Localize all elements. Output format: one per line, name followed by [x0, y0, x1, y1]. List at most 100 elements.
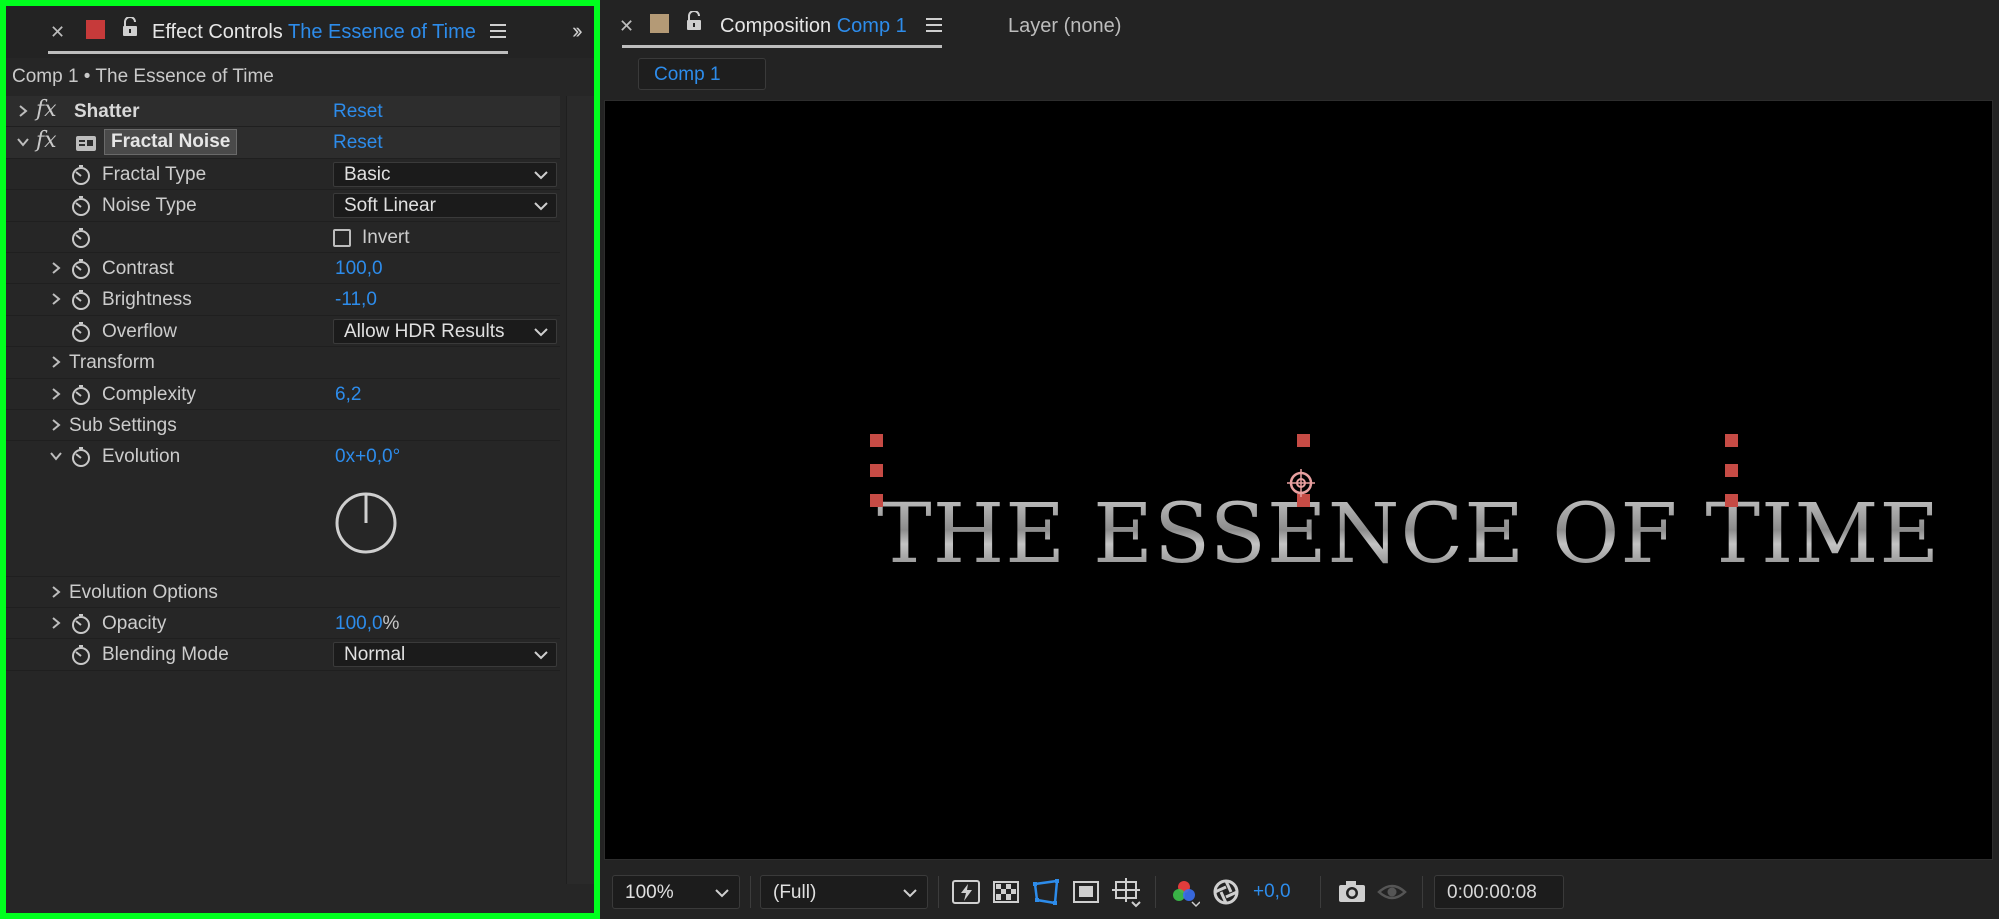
stopwatch-icon[interactable] — [70, 289, 92, 311]
evolution-dial-row — [6, 473, 560, 577]
label-color-swatch[interactable] — [86, 20, 105, 39]
complexity-value[interactable]: 6,2 — [335, 384, 361, 406]
stopwatch-icon[interactable] — [70, 613, 92, 635]
invert-checkbox[interactable] — [333, 228, 351, 247]
stopwatch-icon[interactable] — [70, 195, 92, 217]
stopwatch-icon[interactable] — [70, 446, 92, 468]
property-label: Fractal Type — [102, 163, 207, 185]
stopwatch-icon[interactable] — [70, 164, 92, 186]
property-fractal-type: Fractal Type Basic — [6, 159, 560, 191]
transform-handle-top-right[interactable] — [1725, 434, 1738, 447]
fx-icon[interactable]: fx — [36, 97, 57, 122]
effect-row-fractal-noise[interactable]: fx Fractal Noise Reset — [6, 127, 560, 159]
effect-name[interactable]: Fractal Noise — [104, 129, 238, 156]
evolution-value[interactable]: 0x+0,0° — [335, 446, 400, 468]
property-invert: Invert — [6, 222, 560, 253]
property-group-transform[interactable]: Transform — [6, 347, 560, 379]
lock-open-icon[interactable] — [122, 16, 138, 42]
chevron-right-icon[interactable] — [49, 418, 63, 432]
zoom-dropdown[interactable]: 100% — [612, 875, 740, 909]
resolution-dropdown[interactable]: (Full) — [760, 875, 928, 909]
chevron-right-icon[interactable] — [49, 585, 63, 599]
effect-row-shatter[interactable]: fx Shatter Reset — [6, 96, 560, 128]
effect-properties-list: fx Shatter Reset fx Fractal Noise Reset … — [6, 96, 560, 671]
grid-guides-icon[interactable] — [1110, 876, 1142, 908]
anchor-point-icon[interactable] — [1285, 467, 1317, 499]
transform-handle-right-upper[interactable] — [1725, 464, 1738, 477]
reset-link[interactable]: Reset — [333, 132, 383, 154]
chevron-right-icon[interactable] — [49, 616, 63, 630]
chevron-right-icon[interactable] — [49, 261, 63, 275]
toolbar-divider — [1155, 876, 1156, 908]
chevron-double-right-icon[interactable]: ›› — [572, 18, 582, 44]
stopwatch-icon[interactable] — [70, 227, 92, 249]
stopwatch-icon[interactable] — [70, 384, 92, 406]
property-label: Blending Mode — [102, 644, 229, 666]
opacity-unit: % — [382, 613, 400, 635]
close-icon[interactable]: ✕ — [50, 22, 65, 43]
camera-snapshot-icon[interactable] — [1336, 876, 1368, 908]
chevron-right-icon[interactable] — [49, 387, 63, 401]
property-label: Opacity — [102, 613, 167, 635]
mask-path-visibility-icon[interactable] — [1030, 876, 1062, 908]
lock-open-icon[interactable] — [686, 10, 702, 36]
noise-type-dropdown[interactable]: Soft Linear — [333, 193, 557, 219]
dropdown-value: Soft Linear — [344, 195, 436, 217]
transform-handle-top-left[interactable] — [870, 434, 883, 447]
chevron-down-icon[interactable] — [49, 449, 63, 463]
brightness-value[interactable]: -11,0 — [335, 289, 377, 311]
panel-menu-icon[interactable] — [926, 18, 942, 37]
close-icon[interactable]: ✕ — [619, 16, 634, 37]
overflow-dropdown[interactable]: Allow HDR Results — [333, 318, 557, 344]
resolution-value: (Full) — [773, 882, 817, 903]
stopwatch-icon[interactable] — [70, 321, 92, 343]
chevron-down-icon — [534, 202, 548, 211]
transform-handle-top-center[interactable] — [1297, 434, 1310, 447]
toolbar-divider — [938, 876, 939, 908]
label-color-swatch[interactable] — [650, 14, 669, 33]
transform-handle-left-upper[interactable] — [870, 464, 883, 477]
active-tab-indicator — [622, 45, 942, 48]
stopwatch-icon[interactable] — [70, 644, 92, 666]
chevron-right-icon[interactable] — [49, 355, 63, 369]
chevron-down-icon[interactable] — [16, 135, 30, 149]
fast-previews-icon[interactable] — [950, 876, 982, 908]
exposure-value[interactable]: +0,0 — [1253, 881, 1291, 903]
rgb-channels-icon[interactable] — [1168, 876, 1200, 908]
panel-footer — [6, 884, 594, 913]
vertical-scrollbar[interactable] — [566, 96, 594, 884]
composition-tab[interactable]: Composition Comp 1 — [720, 15, 907, 38]
panel-menu-icon[interactable] — [490, 24, 506, 43]
property-label: Noise Type — [102, 195, 197, 217]
property-group-evolution-options[interactable]: Evolution Options — [6, 577, 560, 609]
fx-icon[interactable]: fx — [36, 128, 57, 153]
effect-controls-tab[interactable]: Effect Controls The Essence of Time — [152, 21, 476, 44]
contrast-value[interactable]: 100,0 — [335, 258, 383, 280]
angle-dial[interactable] — [334, 491, 398, 555]
viewer-title-text: THE ESSENCE OF TIME — [877, 487, 1941, 582]
transparency-grid-icon[interactable] — [990, 876, 1022, 908]
comp-breadcrumb[interactable]: Comp 1 — [638, 58, 766, 90]
region-of-interest-icon[interactable] — [1070, 876, 1102, 908]
composition-viewer[interactable]: THE ESSENCE OF TIME — [604, 100, 1993, 860]
current-time-display[interactable]: 0:00:00:08 — [1434, 875, 1564, 909]
stopwatch-icon[interactable] — [70, 258, 92, 280]
chevron-right-icon[interactable] — [49, 292, 63, 306]
dropdown-value: Allow HDR Results — [344, 320, 505, 342]
chevron-right-icon[interactable] — [16, 104, 30, 118]
opacity-value[interactable]: 100,0% — [335, 613, 399, 635]
effect-name: Shatter — [74, 101, 140, 122]
checkbox-label[interactable]: Invert — [362, 227, 410, 249]
layer-tab[interactable]: Layer (none) — [1008, 15, 1121, 38]
property-brightness: Brightness -11,0 — [6, 284, 560, 316]
reset-exposure-icon[interactable] — [1210, 876, 1242, 908]
transform-handle-left-lower[interactable] — [870, 494, 883, 507]
show-snapshot-icon[interactable] — [1376, 876, 1408, 908]
blending-mode-dropdown[interactable]: Normal — [333, 642, 557, 668]
reset-link[interactable]: Reset — [333, 101, 383, 123]
transform-handle-right-lower[interactable] — [1725, 494, 1738, 507]
property-group-sub-settings[interactable]: Sub Settings — [6, 410, 560, 442]
chevron-down-icon — [534, 651, 548, 660]
fractal-type-dropdown[interactable]: Basic — [333, 161, 557, 187]
dropdown-value: Basic — [344, 163, 391, 185]
